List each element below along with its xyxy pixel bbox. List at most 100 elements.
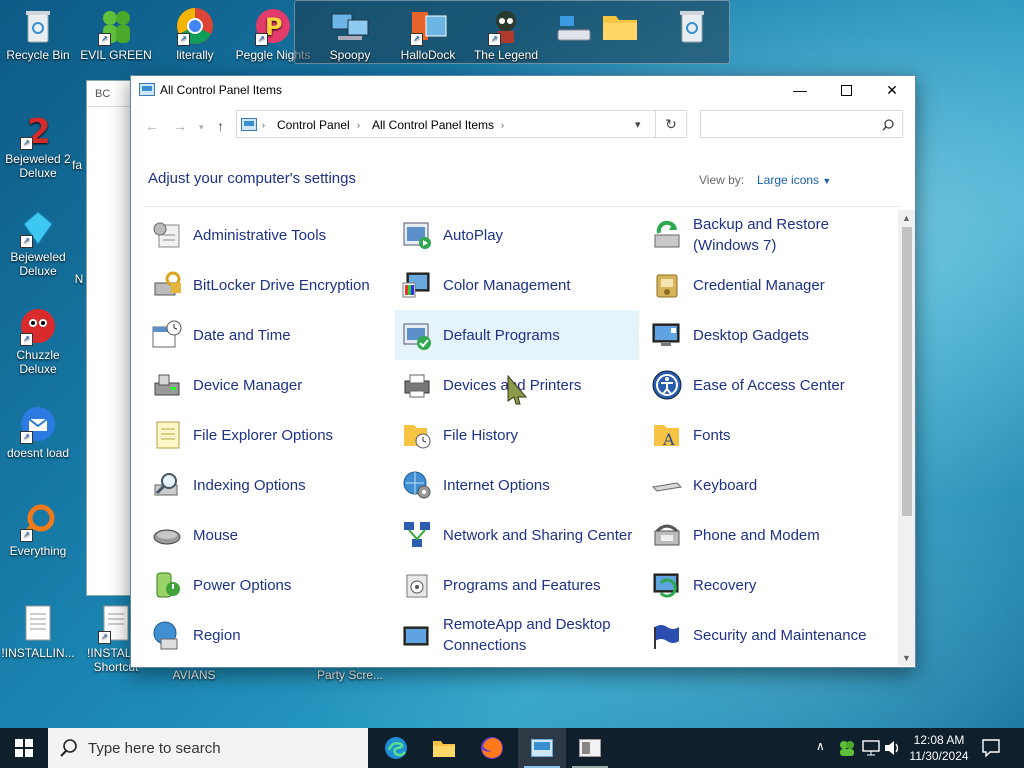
item-power-options[interactable]: Power Options <box>145 560 389 610</box>
recent-locations-icon[interactable]: ▾ <box>199 122 204 133</box>
start-button[interactable] <box>0 728 48 768</box>
recycle-bin-icon <box>672 6 712 46</box>
item-keyboard[interactable]: Keyboard <box>645 460 889 510</box>
notifications-icon[interactable] <box>982 739 1000 757</box>
search-input[interactable] <box>700 110 903 138</box>
shortcut-arrow-icon: ↗ <box>410 33 423 46</box>
up-arrow-icon[interactable]: ↑ <box>217 118 224 134</box>
close-button[interactable]: ✕ <box>869 76 915 104</box>
taskbar-search-input[interactable]: Type here to search <box>48 728 368 768</box>
tray-green-men-icon[interactable] <box>838 739 856 757</box>
item-phone-and-modem[interactable]: Phone and Modem <box>645 510 889 560</box>
item-remoteapp[interactable]: RemoteApp and Desktop Connections <box>395 610 639 660</box>
item-ease-of-access[interactable]: Ease of Access Center <box>645 360 889 410</box>
item-region[interactable]: Region <box>145 610 389 660</box>
recycle-bin-icon <box>18 6 58 46</box>
desktop-icon-installing[interactable]: !INSTALLIN... <box>0 604 76 660</box>
taskbar-firefox[interactable] <box>468 728 516 768</box>
forward-arrow-icon[interactable]: → <box>173 118 187 134</box>
firefox-icon <box>481 737 503 759</box>
item-date-and-time[interactable]: Date and Time <box>145 310 389 360</box>
view-by-label: View by: <box>699 173 745 187</box>
desktop-icon-avians[interactable]: AVIANS <box>156 668 232 682</box>
item-indexing-options[interactable]: Indexing Options <box>145 460 389 510</box>
desktop-icon-hallodock[interactable]: ↗ HalloDock <box>390 6 466 62</box>
internet-options-icon <box>403 471 431 499</box>
item-fonts[interactable]: A Fonts <box>645 410 889 460</box>
item-programs-and-features[interactable]: Programs and Features <box>395 560 639 610</box>
network-tray-icon[interactable] <box>862 740 880 756</box>
autoplay-icon <box>403 222 431 249</box>
divider <box>145 206 901 207</box>
control-panel-window[interactable]: All Control Panel Items — ✕ ← → ▾ ↑ › Co… <box>130 75 916 668</box>
minimize-button[interactable]: — <box>777 76 823 104</box>
breadcrumb-all-items[interactable]: All Control Panel Items <box>372 118 494 132</box>
address-bar[interactable]: › Control Panel › All Control Panel Item… <box>236 110 656 138</box>
system-clock[interactable]: 12:08 AM 11/30/2024 <box>906 732 972 764</box>
scroll-up-icon[interactable]: ▲ <box>898 210 915 226</box>
desktop-icon-evil-green-men[interactable]: ↗ EVIL GREEN MEN C... <box>78 6 154 62</box>
desktop-icon-chuzzle[interactable]: ↗ Chuzzle Deluxe <box>0 306 76 376</box>
thunderbird-icon: ↗ <box>18 404 58 444</box>
volume-icon[interactable] <box>884 740 902 756</box>
taskbar-edge[interactable] <box>372 728 420 768</box>
scroll-down-icon[interactable]: ▼ <box>898 650 915 666</box>
item-security-and-maintenance[interactable]: Security and Maintenance <box>645 610 889 660</box>
item-device-manager[interactable]: Device Manager <box>145 360 389 410</box>
item-bitlocker[interactable]: BitLocker Drive Encryption <box>145 260 389 310</box>
item-credential-manager[interactable]: Credential Manager <box>645 260 889 310</box>
item-default-programs[interactable]: Default Programs <box>395 310 639 360</box>
desktop-icon-the-legend[interactable]: ↗ The Legend <box>468 6 544 62</box>
show-hidden-icons-chevron-icon[interactable]: ∧ <box>816 739 825 753</box>
refresh-button[interactable]: ↻ <box>655 110 687 138</box>
default-programs-icon <box>403 323 431 350</box>
desktop-icon-doesnt-load[interactable]: ↗ doesnt load <box>0 404 76 460</box>
taskbar-window-2[interactable] <box>566 728 614 768</box>
item-mouse[interactable]: Mouse <box>145 510 389 560</box>
vertical-scrollbar[interactable]: ▲ ▼ <box>898 210 915 666</box>
desktop-icon-everything[interactable]: ↗ Everything <box>0 502 76 558</box>
item-network-and-sharing[interactable]: Network and Sharing Center <box>395 510 639 560</box>
breadcrumb-chevron-icon[interactable]: › <box>501 120 504 130</box>
desktop-icon-recycle-bin-dock[interactable] <box>654 6 730 48</box>
text-file-icon <box>18 604 58 644</box>
view-by-dropdown[interactable]: Large icons ▼ <box>757 173 831 187</box>
desktop-icon-party-screen[interactable]: Party Scre... <box>312 668 388 682</box>
item-administrative-tools[interactable]: Administrative Tools <box>145 210 389 260</box>
computers-icon <box>330 6 370 46</box>
item-desktop-gadgets[interactable]: Desktop Gadgets <box>645 310 889 360</box>
taskbar-file-explorer[interactable] <box>420 728 468 768</box>
date-time-icon <box>152 320 182 348</box>
desktop-icon-file-explorer[interactable] <box>582 6 658 48</box>
item-recovery[interactable]: Recovery <box>645 560 889 610</box>
refresh-icon: ↻ <box>665 115 677 132</box>
scrollbar-thumb[interactable] <box>902 227 912 516</box>
folder-icon <box>600 6 640 46</box>
desktop-icon-bejeweled[interactable]: ↗ Bejeweled Deluxe <box>0 208 76 278</box>
back-arrow-icon[interactable]: ← <box>145 118 159 134</box>
item-backup-and-restore[interactable]: Backup and Restore (Windows 7) <box>645 210 889 260</box>
item-file-explorer-options[interactable]: File Explorer Options <box>145 410 389 460</box>
file-explorer-options-icon <box>156 421 180 449</box>
item-file-history[interactable]: File History <box>395 410 639 460</box>
item-internet-options[interactable]: Internet Options <box>395 460 639 510</box>
desktop-icon-literally[interactable]: ↗ literally <box>157 6 233 62</box>
item-color-management[interactable]: Color Management <box>395 260 639 310</box>
address-dropdown-icon[interactable]: ▾ <box>635 118 641 131</box>
magnifier-icon: ↗ <box>18 502 58 542</box>
shortcut-arrow-icon: ↗ <box>98 631 111 644</box>
maximize-button[interactable] <box>823 76 869 104</box>
breadcrumb-control-panel[interactable]: Control Panel <box>277 118 350 132</box>
close-icon: ✕ <box>886 81 898 98</box>
title-bar[interactable]: All Control Panel Items — ✕ <box>131 76 915 104</box>
printer-icon <box>404 374 430 398</box>
taskbar-control-panel[interactable] <box>518 728 566 768</box>
legend-character-icon: ↗ <box>486 6 526 46</box>
green-men-icon: ↗ <box>96 6 136 46</box>
mouse-icon <box>153 529 181 545</box>
chrome-icon: ↗ <box>175 6 215 46</box>
desktop-icon-spoopy[interactable]: Spoopy <box>312 6 388 62</box>
power-options-icon <box>156 572 180 598</box>
desktop-icon-recycle-bin[interactable]: Recycle Bin <box>0 6 76 62</box>
item-autoplay[interactable]: AutoPlay <box>395 210 639 260</box>
